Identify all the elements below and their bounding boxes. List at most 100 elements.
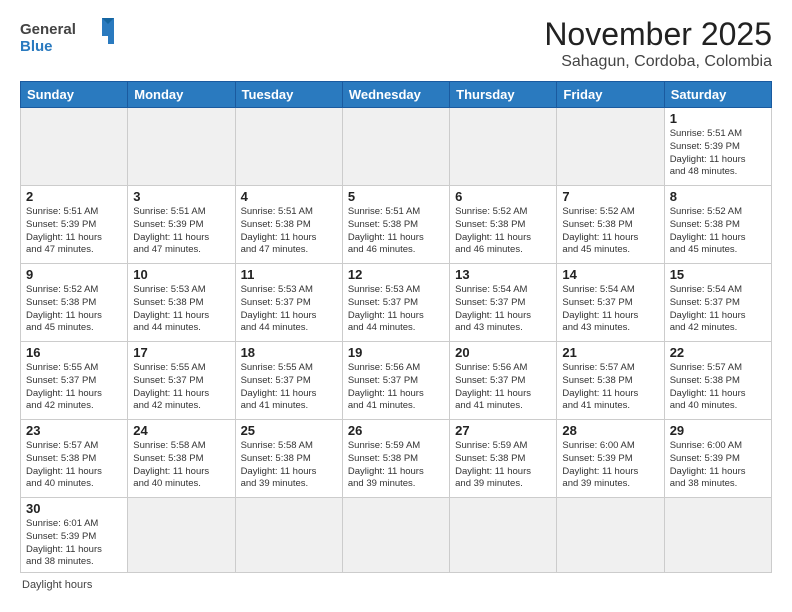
day-cell: 21 Sunrise: 5:57 AMSunset: 5:38 PMDayligh… bbox=[557, 342, 664, 420]
day-info: Sunrise: 5:55 AMSunset: 5:37 PMDaylight:… bbox=[241, 362, 337, 413]
day-info: Sunrise: 5:51 AMSunset: 5:39 PMDaylight:… bbox=[133, 206, 229, 257]
weekday-friday: Friday bbox=[557, 82, 664, 108]
day-number: 19 bbox=[348, 345, 444, 360]
day-cell: 4 Sunrise: 5:51 AMSunset: 5:38 PMDaylight… bbox=[235, 186, 342, 264]
day-cell: 20 Sunrise: 5:56 AMSunset: 5:37 PMDayligh… bbox=[450, 342, 557, 420]
day-info: Sunrise: 5:58 AMSunset: 5:38 PMDaylight:… bbox=[133, 440, 229, 491]
day-info: Sunrise: 5:54 AMSunset: 5:37 PMDaylight:… bbox=[562, 284, 658, 335]
day-number: 20 bbox=[455, 345, 551, 360]
weekday-saturday: Saturday bbox=[664, 82, 771, 108]
day-number: 22 bbox=[670, 345, 766, 360]
day-info: Sunrise: 5:54 AMSunset: 5:37 PMDaylight:… bbox=[455, 284, 551, 335]
day-cell bbox=[342, 498, 449, 573]
day-cell: 30Sunrise: 6:01 AMSunset: 5:39 PMDayligh… bbox=[21, 498, 128, 573]
day-number: 5 bbox=[348, 189, 444, 204]
day-cell bbox=[128, 498, 235, 573]
day-info: Sunrise: 5:53 AMSunset: 5:38 PMDaylight:… bbox=[133, 284, 229, 335]
day-cell: 17 Sunrise: 5:55 AMSunset: 5:37 PMDayligh… bbox=[128, 342, 235, 420]
day-number: 13 bbox=[455, 267, 551, 282]
day-cell bbox=[235, 108, 342, 186]
day-info: Sunrise: 5:54 AMSunset: 5:37 PMDaylight:… bbox=[670, 284, 766, 335]
day-number: 9 bbox=[26, 267, 122, 282]
location: Sahagun, Cordoba, Colombia bbox=[544, 53, 772, 71]
svg-text:General: General bbox=[20, 21, 76, 38]
logo: General Blue bbox=[20, 16, 120, 56]
day-cell: 26 Sunrise: 5:59 AMSunset: 5:38 PMDayligh… bbox=[342, 420, 449, 498]
day-cell: 29Sunrise: 6:00 AMSunset: 5:39 PMDayligh… bbox=[664, 420, 771, 498]
daylight-label: Daylight hours bbox=[22, 579, 92, 591]
header: General Blue November 2025 Sahagun, Cord… bbox=[20, 16, 772, 71]
day-number: 24 bbox=[133, 423, 229, 438]
day-cell: 12 Sunrise: 5:53 AMSunset: 5:37 PMDayligh… bbox=[342, 264, 449, 342]
day-number: 27 bbox=[455, 423, 551, 438]
weekday-tuesday: Tuesday bbox=[235, 82, 342, 108]
day-info: Sunrise: 5:57 AMSunset: 5:38 PMDaylight:… bbox=[562, 362, 658, 413]
svg-text:Blue: Blue bbox=[20, 38, 53, 55]
day-cell bbox=[557, 108, 664, 186]
day-number: 10 bbox=[133, 267, 229, 282]
day-cell bbox=[450, 498, 557, 573]
day-cell: 18Sunrise: 5:55 AMSunset: 5:37 PMDayligh… bbox=[235, 342, 342, 420]
day-info: Sunrise: 5:52 AMSunset: 5:38 PMDaylight:… bbox=[670, 206, 766, 257]
weekday-header-row: SundayMondayTuesdayWednesdayThursdayFrid… bbox=[21, 82, 772, 108]
day-cell: 24 Sunrise: 5:58 AMSunset: 5:38 PMDayligh… bbox=[128, 420, 235, 498]
day-cell: 25Sunrise: 5:58 AMSunset: 5:38 PMDayligh… bbox=[235, 420, 342, 498]
month-title: November 2025 bbox=[544, 16, 772, 53]
day-cell: 6 Sunrise: 5:52 AMSunset: 5:38 PMDaylight… bbox=[450, 186, 557, 264]
day-cell bbox=[450, 108, 557, 186]
day-info: Sunrise: 5:59 AMSunset: 5:38 PMDaylight:… bbox=[348, 440, 444, 491]
day-info: Sunrise: 5:56 AMSunset: 5:37 PMDaylight:… bbox=[455, 362, 551, 413]
day-number: 7 bbox=[562, 189, 658, 204]
day-cell: 15 Sunrise: 5:54 AMSunset: 5:37 PMDayligh… bbox=[664, 264, 771, 342]
day-number: 1 bbox=[670, 111, 766, 126]
day-info: Sunrise: 5:59 AMSunset: 5:38 PMDaylight:… bbox=[455, 440, 551, 491]
day-cell bbox=[342, 108, 449, 186]
day-number: 15 bbox=[670, 267, 766, 282]
day-number: 11 bbox=[241, 267, 337, 282]
day-cell: 28Sunrise: 6:00 AMSunset: 5:39 PMDayligh… bbox=[557, 420, 664, 498]
week-row-1: 1 Sunrise: 5:51 AMSunset: 5:39 PMDaylight… bbox=[21, 108, 772, 186]
day-cell bbox=[664, 498, 771, 573]
day-number: 17 bbox=[133, 345, 229, 360]
day-info: Sunrise: 5:52 AMSunset: 5:38 PMDaylight:… bbox=[562, 206, 658, 257]
week-row-6: 30Sunrise: 6:01 AMSunset: 5:39 PMDayligh… bbox=[21, 498, 772, 573]
weekday-thursday: Thursday bbox=[450, 82, 557, 108]
day-info: Sunrise: 5:52 AMSunset: 5:38 PMDaylight:… bbox=[455, 206, 551, 257]
day-info: Sunrise: 5:56 AMSunset: 5:37 PMDaylight:… bbox=[348, 362, 444, 413]
day-cell: 3Sunrise: 5:51 AMSunset: 5:39 PMDaylight… bbox=[128, 186, 235, 264]
day-cell bbox=[21, 108, 128, 186]
weekday-monday: Monday bbox=[128, 82, 235, 108]
weekday-sunday: Sunday bbox=[21, 82, 128, 108]
day-number: 30 bbox=[26, 501, 122, 516]
day-number: 28 bbox=[562, 423, 658, 438]
day-number: 12 bbox=[348, 267, 444, 282]
day-number: 26 bbox=[348, 423, 444, 438]
week-row-5: 23Sunrise: 5:57 AMSunset: 5:38 PMDayligh… bbox=[21, 420, 772, 498]
day-info: Sunrise: 5:51 AMSunset: 5:39 PMDaylight:… bbox=[670, 128, 766, 179]
logo-svg: General Blue bbox=[20, 16, 120, 56]
day-cell: 8 Sunrise: 5:52 AMSunset: 5:38 PMDaylight… bbox=[664, 186, 771, 264]
day-cell: 13 Sunrise: 5:54 AMSunset: 5:37 PMDayligh… bbox=[450, 264, 557, 342]
day-info: Sunrise: 5:51 AMSunset: 5:38 PMDaylight:… bbox=[241, 206, 337, 257]
day-number: 4 bbox=[241, 189, 337, 204]
day-number: 16 bbox=[26, 345, 122, 360]
day-info: Sunrise: 5:55 AMSunset: 5:37 PMDaylight:… bbox=[133, 362, 229, 413]
day-cell: 19 Sunrise: 5:56 AMSunset: 5:37 PMDayligh… bbox=[342, 342, 449, 420]
title-block: November 2025 Sahagun, Cordoba, Colombia bbox=[544, 16, 772, 71]
day-cell: 7 Sunrise: 5:52 AMSunset: 5:38 PMDaylight… bbox=[557, 186, 664, 264]
day-number: 8 bbox=[670, 189, 766, 204]
day-cell: 1 Sunrise: 5:51 AMSunset: 5:39 PMDaylight… bbox=[664, 108, 771, 186]
week-row-2: 2 Sunrise: 5:51 AMSunset: 5:39 PMDaylight… bbox=[21, 186, 772, 264]
day-cell: 9Sunrise: 5:52 AMSunset: 5:38 PMDaylight… bbox=[21, 264, 128, 342]
day-cell: 2Sunrise: 5:51 AMSunset: 5:39 PMDaylight… bbox=[21, 186, 128, 264]
day-number: 6 bbox=[455, 189, 551, 204]
day-number: 21 bbox=[562, 345, 658, 360]
day-cell: 22 Sunrise: 5:57 AMSunset: 5:38 PMDayligh… bbox=[664, 342, 771, 420]
day-cell: 14Sunrise: 5:54 AMSunset: 5:37 PMDayligh… bbox=[557, 264, 664, 342]
day-number: 2 bbox=[26, 189, 122, 204]
day-cell bbox=[557, 498, 664, 573]
footer-daylight: Daylight hours bbox=[20, 579, 772, 591]
day-info: Sunrise: 5:53 AMSunset: 5:37 PMDaylight:… bbox=[348, 284, 444, 335]
day-info: Sunrise: 5:57 AMSunset: 5:38 PMDaylight:… bbox=[670, 362, 766, 413]
day-cell: 10 Sunrise: 5:53 AMSunset: 5:38 PMDayligh… bbox=[128, 264, 235, 342]
